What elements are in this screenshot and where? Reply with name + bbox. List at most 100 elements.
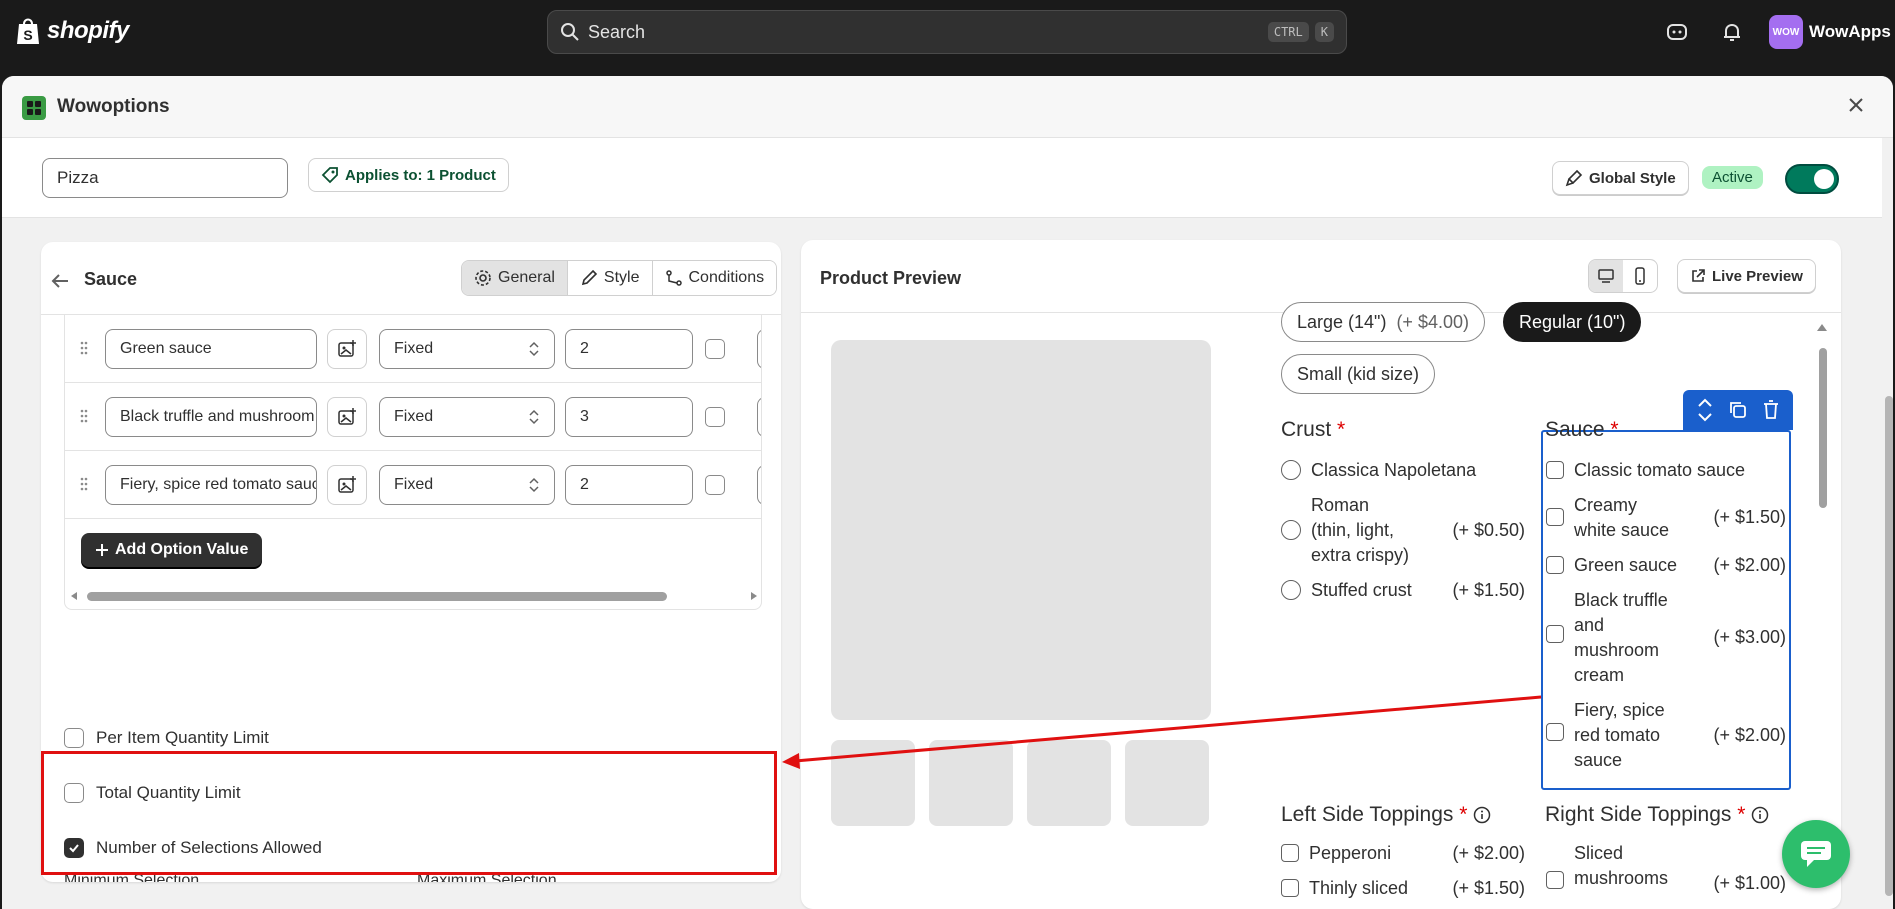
horizontal-scrollbar[interactable]	[65, 584, 762, 608]
user-menu[interactable]: WOW WowApps	[1769, 15, 1891, 49]
table-row: Fiery, spice red tomato sauce Fixed 2	[65, 450, 761, 518]
sauce-option[interactable]: Classic tomato sauce	[1546, 458, 1786, 483]
checkbox[interactable]	[1546, 625, 1564, 643]
tab-conditions[interactable]: Conditions	[652, 261, 777, 295]
cutoff-field[interactable]	[757, 329, 761, 369]
default-checkbox[interactable]	[705, 407, 725, 427]
option-name: Stuffed crust	[1311, 580, 1412, 600]
page-scrollbar[interactable]	[1885, 396, 1893, 896]
left-toppings-title: Left Side Toppings *	[1281, 803, 1491, 827]
value-name-input[interactable]: Fiery, spice red tomato sauce	[105, 465, 317, 505]
cutoff-field[interactable]	[757, 465, 761, 505]
thumbnail[interactable]	[1125, 740, 1209, 826]
sauce-option[interactable]: Green sauce (+ $2.00)	[1546, 553, 1786, 578]
close-icon[interactable]	[1845, 94, 1867, 116]
size-option-name: Small (kid size)	[1297, 363, 1420, 384]
sauce-option[interactable]: Black truffle and mushroom cream (+ $3.00…	[1546, 588, 1786, 688]
drag-handle-icon[interactable]	[79, 475, 89, 493]
price-type-select[interactable]: Fixed	[379, 329, 555, 369]
checkbox[interactable]	[1546, 461, 1564, 479]
info-icon[interactable]	[1751, 806, 1769, 824]
reorder-icon[interactable]	[1696, 397, 1714, 423]
tab-style[interactable]: Style	[567, 261, 653, 295]
size-option-large[interactable]: Large (14") (+ $4.00)	[1281, 302, 1485, 342]
thumbnail[interactable]	[1027, 740, 1111, 826]
radio-button[interactable]	[1281, 520, 1301, 540]
trash-icon[interactable]	[1762, 400, 1780, 420]
avatar: WOW	[1769, 15, 1803, 49]
drag-handle-icon[interactable]	[79, 339, 89, 357]
checkbox[interactable]	[1546, 508, 1564, 526]
chat-button[interactable]	[1782, 820, 1850, 888]
price-input[interactable]: 2	[565, 465, 693, 505]
radio-button[interactable]	[1281, 460, 1301, 480]
table-row: Green sauce Fixed 2	[65, 314, 761, 382]
select-arrows-icon	[529, 341, 539, 357]
checkbox[interactable]	[1281, 844, 1299, 862]
drag-handle-icon[interactable]	[79, 407, 89, 425]
right-toppings-title-text: Right Side Toppings	[1545, 803, 1732, 826]
value-name-input[interactable]: Black truffle and mushroom cream	[105, 397, 317, 437]
default-checkbox[interactable]	[705, 475, 725, 495]
checkbox[interactable]	[1546, 556, 1564, 574]
add-image-button[interactable]	[327, 465, 367, 505]
price-type-select[interactable]: Fixed	[379, 397, 555, 437]
back-arrow-icon[interactable]	[49, 270, 71, 292]
checkbox[interactable]	[1281, 879, 1299, 897]
sauce-option[interactable]: Fiery, spice red tomato sauce (+ $2.00)	[1546, 698, 1786, 773]
option-price: (+ $1.00)	[1713, 873, 1786, 893]
crust-option[interactable]: Roman (thin, light, extra crispy) (+ $0.5…	[1281, 493, 1525, 568]
info-icon[interactable]	[1473, 806, 1491, 824]
option-name: Thinly sliced	[1309, 878, 1409, 898]
paintbrush-icon	[1565, 169, 1583, 187]
price-input[interactable]: 3	[565, 397, 693, 437]
right-topping-option[interactable]: Sliced mushrooms (+ $1.00)	[1546, 841, 1786, 893]
top-bar: S shopify Search CTRL K WOW WowApps	[0, 0, 1895, 66]
option-name: Fiery, spice red tomato sauce	[1574, 700, 1665, 770]
shopify-logo[interactable]: S shopify	[15, 16, 129, 46]
crust-option[interactable]: Stuffed crust (+ $1.50)	[1281, 578, 1525, 603]
checkbox[interactable]	[1546, 871, 1564, 889]
add-option-value-button[interactable]: Add Option Value	[81, 533, 263, 567]
add-image-button[interactable]	[327, 397, 367, 437]
checkbox[interactable]	[1546, 723, 1564, 741]
desktop-view-button[interactable]	[1589, 260, 1623, 292]
left-topping-option[interactable]: Pepperoni (+ $2.00)	[1281, 841, 1525, 866]
image-add-icon	[338, 408, 356, 425]
option-set-name-input[interactable]: Pizza	[42, 158, 288, 198]
thumbnail[interactable]	[831, 740, 915, 826]
option-name: Pepperoni	[1309, 843, 1392, 863]
applies-to-button[interactable]: Applies to: 1 Product	[308, 158, 509, 192]
sauce-option[interactable]: Creamy white sauce (+ $1.50)	[1546, 493, 1786, 543]
size-option-small[interactable]: Small (kid size)	[1281, 354, 1436, 394]
add-image-button[interactable]	[327, 329, 367, 369]
preview-title: Product Preview	[820, 268, 962, 288]
thumbnail[interactable]	[929, 740, 1013, 826]
preview-scrollbar[interactable]	[1819, 348, 1827, 508]
bell-icon[interactable]	[1720, 20, 1744, 44]
crust-option[interactable]: Classica Napoletana	[1281, 458, 1525, 483]
sauce-title-text: Sauce	[1545, 418, 1605, 441]
price-type-select[interactable]: Fixed	[379, 465, 555, 505]
live-preview-button[interactable]: Live Preview	[1677, 259, 1816, 293]
value-name-input[interactable]: Green sauce	[105, 329, 317, 369]
store-icon[interactable]	[1665, 20, 1689, 44]
shortcut-key-ctrl: CTRL	[1267, 22, 1309, 42]
chat-icon	[1801, 841, 1831, 867]
image-add-icon	[338, 340, 356, 357]
per-item-limit-row[interactable]: Per Item Quantity Limit	[64, 728, 269, 748]
global-style-button[interactable]: Global Style	[1552, 161, 1689, 195]
default-checkbox[interactable]	[705, 339, 725, 359]
per-item-limit-checkbox[interactable]	[64, 728, 84, 748]
size-option-regular[interactable]: Regular (10")	[1503, 302, 1642, 342]
radio-button[interactable]	[1281, 580, 1301, 600]
mobile-view-button[interactable]	[1623, 260, 1657, 292]
cutoff-field[interactable]	[757, 397, 761, 437]
search-bar[interactable]: Search CTRL K	[547, 10, 1347, 54]
price-input[interactable]: 2	[565, 329, 693, 369]
tab-general[interactable]: General	[462, 261, 568, 295]
duplicate-icon[interactable]	[1728, 400, 1748, 420]
editor-tabs: General Style Conditions	[461, 260, 778, 296]
active-toggle[interactable]	[1785, 164, 1839, 194]
left-topping-option[interactable]: Thinly sliced (+ $1.50)	[1281, 876, 1525, 901]
